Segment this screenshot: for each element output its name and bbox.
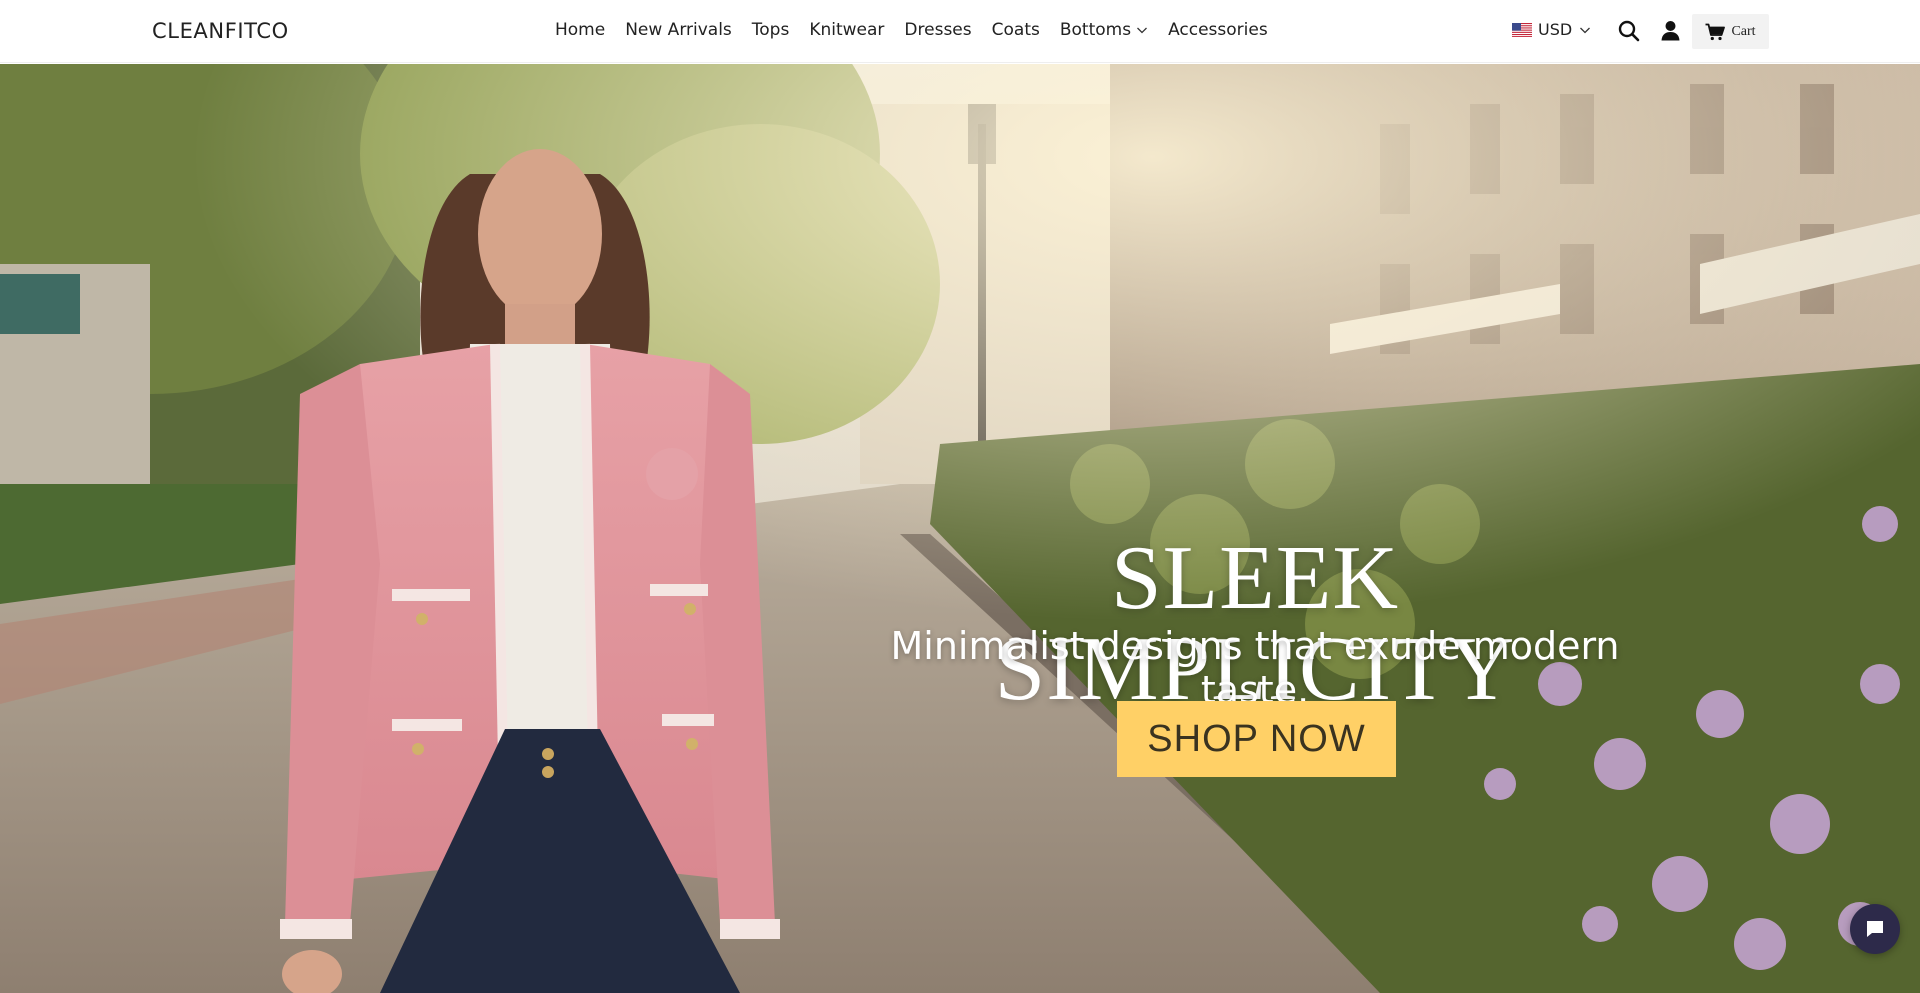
nav-item-tops[interactable]: Tops bbox=[752, 20, 790, 40]
nav-item-accessories[interactable]: Accessories bbox=[1168, 20, 1268, 40]
cart-label: Cart bbox=[1731, 23, 1756, 39]
currency-label: USD bbox=[1538, 20, 1573, 39]
nav-item-knitwear[interactable]: Knitwear bbox=[809, 20, 884, 40]
site-logo[interactable]: CLEANFITCO bbox=[152, 19, 289, 43]
user-icon[interactable] bbox=[1660, 20, 1681, 41]
nav-item-dresses[interactable]: Dresses bbox=[904, 20, 971, 40]
chevron-down-icon bbox=[1137, 27, 1148, 34]
currency-selector[interactable]: USD bbox=[1512, 20, 1591, 39]
main-nav: Home New Arrivals Tops Knitwear Dresses … bbox=[555, 20, 1268, 40]
chat-button[interactable] bbox=[1850, 904, 1900, 954]
hero-subtitle: Minimalist designs that exude modern tas… bbox=[890, 624, 1620, 712]
cart-icon bbox=[1705, 23, 1726, 40]
us-flag-icon bbox=[1512, 22, 1532, 37]
nav-item-new-arrivals[interactable]: New Arrivals bbox=[625, 20, 732, 40]
nav-item-coats[interactable]: Coats bbox=[992, 20, 1040, 40]
hero-image bbox=[0, 64, 1920, 993]
search-icon[interactable] bbox=[1618, 20, 1640, 42]
nav-item-bottoms-label: Bottoms bbox=[1059, 20, 1132, 40]
nav-item-home[interactable]: Home bbox=[555, 20, 605, 40]
shop-now-button[interactable]: SHOP NOW bbox=[1117, 701, 1396, 777]
nav-item-bottoms[interactable]: Bottoms bbox=[1060, 20, 1148, 40]
site-header: CLEANFITCO Home New Arrivals Tops Knitwe… bbox=[0, 0, 1920, 63]
chevron-down-icon bbox=[1580, 27, 1591, 33]
cart-button[interactable]: Cart bbox=[1692, 14, 1769, 49]
chat-icon bbox=[1867, 921, 1883, 937]
hero-banner: SLEEK SIMPLICITY Minimalist designs that… bbox=[0, 64, 1920, 993]
